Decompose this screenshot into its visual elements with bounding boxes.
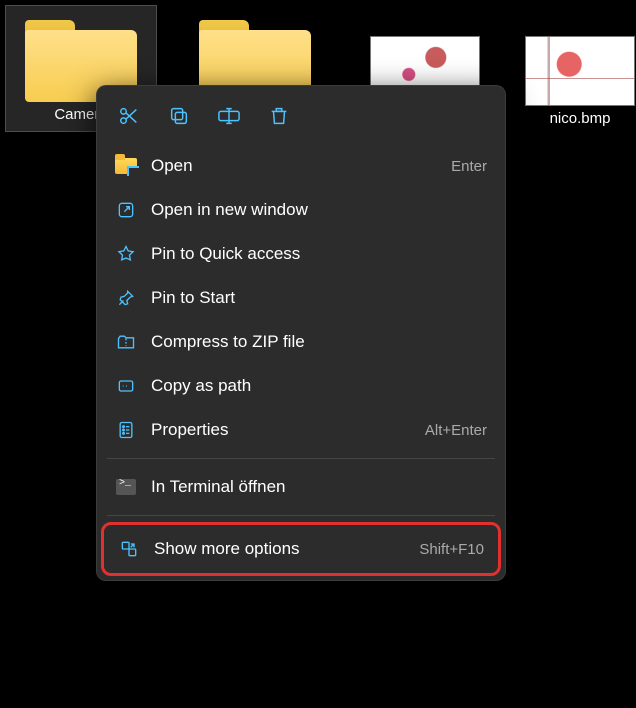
- menu-item-label: Open: [151, 156, 437, 176]
- menu-item-label: In Terminal öffnen: [151, 477, 487, 497]
- terminal-icon: [115, 476, 137, 498]
- pin-icon: [115, 287, 137, 309]
- cut-button[interactable]: [107, 96, 151, 136]
- copy-icon: [168, 105, 190, 127]
- properties-icon: [115, 419, 137, 441]
- scissors-icon: [118, 105, 140, 127]
- menu-copy-path[interactable]: Copy as path: [103, 364, 499, 408]
- folder-open-icon: [115, 155, 137, 177]
- menu-show-more-options[interactable]: Show more options Shift+F10: [106, 527, 496, 571]
- highlight-annotation: Show more options Shift+F10: [101, 522, 501, 576]
- zip-icon: [115, 331, 137, 353]
- star-icon: [115, 243, 137, 265]
- menu-open[interactable]: Open Enter: [103, 144, 499, 188]
- context-menu: Open Enter Open in new window Pin to Qui…: [96, 85, 506, 581]
- more-options-icon: [118, 538, 140, 560]
- menu-item-label: Compress to ZIP file: [151, 332, 473, 352]
- copy-button[interactable]: [157, 96, 201, 136]
- menu-open-new-window[interactable]: Open in new window: [103, 188, 499, 232]
- menu-pin-quick-access[interactable]: Pin to Quick access: [103, 232, 499, 276]
- menu-item-shortcut: Enter: [451, 158, 487, 175]
- menu-separator: [107, 458, 495, 459]
- menu-item-label: Properties: [151, 420, 411, 440]
- image-thumbnail: [525, 36, 635, 106]
- menu-item-label: Open in new window: [151, 200, 473, 220]
- menu-pin-start[interactable]: Pin to Start: [103, 276, 499, 320]
- trash-icon: [268, 105, 290, 127]
- copy-path-icon: [115, 375, 137, 397]
- menu-item-label: Copy as path: [151, 376, 473, 396]
- menu-item-shortcut: Alt+Enter: [425, 422, 487, 439]
- desktop-image-nico[interactable]: nico.bmp: [520, 30, 636, 135]
- external-icon: [115, 199, 137, 221]
- desktop-item-label: nico.bmp: [550, 110, 611, 127]
- delete-button[interactable]: [257, 96, 301, 136]
- rename-icon: [217, 105, 241, 127]
- menu-item-label: Pin to Start: [151, 288, 473, 308]
- menu-item-label: Show more options: [154, 539, 405, 559]
- quick-actions-row: [103, 92, 499, 144]
- menu-compress-zip[interactable]: Compress to ZIP file: [103, 320, 499, 364]
- menu-item-shortcut: Shift+F10: [419, 541, 484, 558]
- menu-separator: [107, 515, 495, 516]
- menu-open-terminal[interactable]: In Terminal öffnen: [103, 465, 499, 509]
- rename-button[interactable]: [207, 96, 251, 136]
- menu-items-primary: Open Enter Open in new window Pin to Qui…: [103, 144, 499, 452]
- menu-properties[interactable]: Properties Alt+Enter: [103, 408, 499, 452]
- menu-item-label: Pin to Quick access: [151, 244, 473, 264]
